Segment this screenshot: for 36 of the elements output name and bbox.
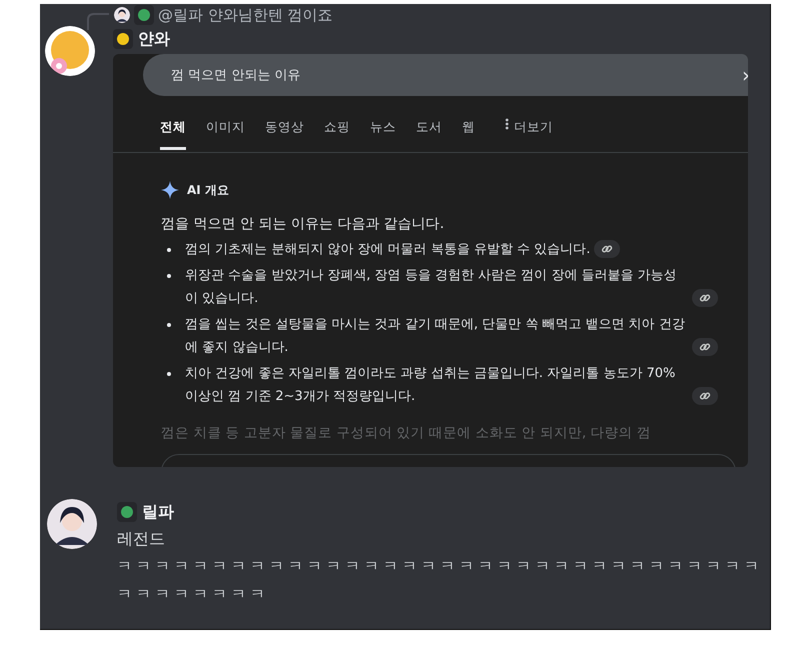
bullet-dot: [167, 274, 171, 278]
bullet-text: 껌의 기초제는 분해되지 않아 장에 머물러 복통을 유발할 수 있습니다.: [185, 241, 590, 259]
link-icon: [699, 390, 711, 402]
bullet-text: 위장관 수술을 받았거나 장폐색, 장염 등을 경험한 사람은 껌이 장에 들러붙을 가능성이 있습니다.: [185, 267, 678, 308]
sparkle-icon: [161, 181, 179, 199]
tab-label[interactable]: 쇼핑: [324, 98, 350, 150]
more-label[interactable]: 더보기: [514, 98, 553, 150]
tab-label[interactable]: 이미지: [206, 98, 245, 150]
bullet-text: 껌을 씹는 것은 설탕물을 마시는 것과 같기 때문에, 단물만 쏙 빼먹고 뱉으면 치아 건강에 좋지 않습니다.: [185, 316, 686, 357]
tab-label[interactable]: 동영상: [265, 98, 304, 150]
username[interactable]: 릴파: [142, 502, 174, 522]
reply-connector: [87, 12, 110, 30]
search-query: 껌 먹으면 안되는 이유: [171, 67, 300, 84]
link-icon: [699, 292, 711, 304]
avatar: [45, 26, 95, 76]
intro-text: 껌을 먹으면 안 되는 이유는 다음과 같습니다.: [161, 215, 446, 233]
avatar: [114, 7, 130, 23]
bullet-text: 치아 건강에 좋은 자일리톨 껌이라도 과량 섭취는 금물입니다. 자일리톨 농도가 70% 이상인 껌 기준 2~3개가 적정량입니다.: [185, 365, 676, 406]
reply-text[interactable]: @릴파 얀와님한텐 껌이죠: [158, 6, 333, 24]
section-heading: AI 개요: [187, 182, 229, 198]
screenshot-image[interactable]: [113, 54, 748, 467]
bullet-dot: [167, 248, 171, 252]
faded-text: 껌은 치클 등 고분자 물질로 구성되어 있기 때문에 소화도 안 되지만, 다량의 껌: [161, 424, 652, 442]
tab-label[interactable]: 도서: [416, 98, 442, 150]
tab-label[interactable]: 웹: [462, 98, 475, 150]
more-icon: [505, 118, 509, 130]
message-text: ㅋㅋㅋㅋㅋㅋㅋㅋㅋㅋㅋㅋㅋㅋㅋㅋㅋㅋㅋㅋㅋㅋㅋㅋㅋㅋㅋㅋㅋㅋㅋㅋㅋㅋㅋㅋㅋㅋㅋㅋㅋㅋ: [117, 556, 764, 605]
message-text: 레전드: [117, 528, 166, 550]
bullet-dot: [167, 372, 171, 376]
tab-label[interactable]: 뉴스: [370, 98, 396, 150]
username[interactable]: 얀와: [138, 28, 170, 50]
tab-label[interactable]: 전체: [160, 98, 186, 150]
avatar: [47, 499, 97, 549]
link-icon: [699, 341, 711, 353]
link-icon: [601, 243, 614, 255]
bullet-dot: [167, 323, 171, 327]
